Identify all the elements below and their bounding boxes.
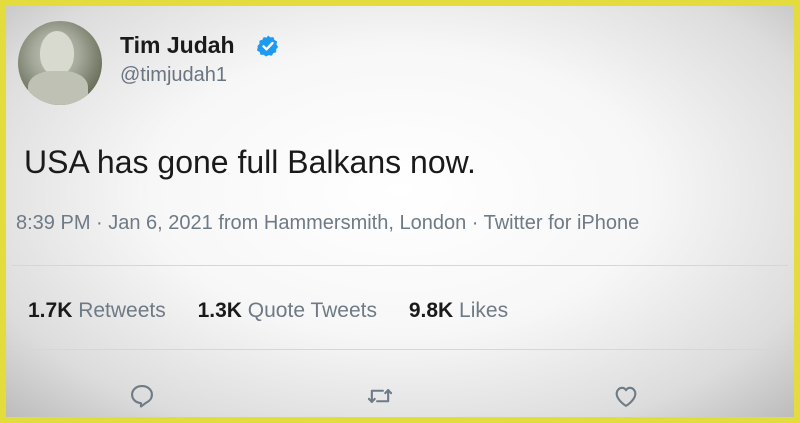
reply-button[interactable] [124,378,160,414]
stat-label: Retweets [78,299,166,322]
author-handle[interactable]: @timjudah1 [120,64,227,87]
like-button[interactable] [608,378,644,414]
stat-retweets[interactable]: 1.7K Retweets [28,299,166,323]
author-name[interactable]: Tim Judah [120,32,235,59]
stat-quote-tweets[interactable]: 1.3K Quote Tweets [198,299,377,323]
tweet-stats: 1.7K Retweets 1.3K Quote Tweets 9.8K Lik… [28,299,534,323]
tweet-screenshot: Tim Judah @timjudah1 USA has gone full B… [0,0,800,423]
avatar-head-shape [40,31,74,75]
avatar-body-shape [28,71,88,105]
retweet-icon [367,389,393,403]
stat-label: Likes [459,299,509,322]
stat-count: 1.7K [28,299,73,322]
divider [12,265,788,266]
retweet-button[interactable] [362,378,398,414]
like-icon [615,386,637,407]
stat-label: Quote Tweets [247,299,377,322]
tweet-meta: 8:39 PM · Jan 6, 2021 from Hammersmith, … [16,212,640,234]
avatar[interactable] [18,21,102,105]
reply-icon [131,385,153,408]
divider [12,349,788,350]
tweet-text: USA has gone full Balkans now. [24,144,476,180]
stat-count: 1.3K [197,299,242,322]
stat-count: 9.8K [408,299,454,322]
verified-badge-icon [257,35,279,57]
stat-likes[interactable]: 9.8K Likes [409,299,508,323]
